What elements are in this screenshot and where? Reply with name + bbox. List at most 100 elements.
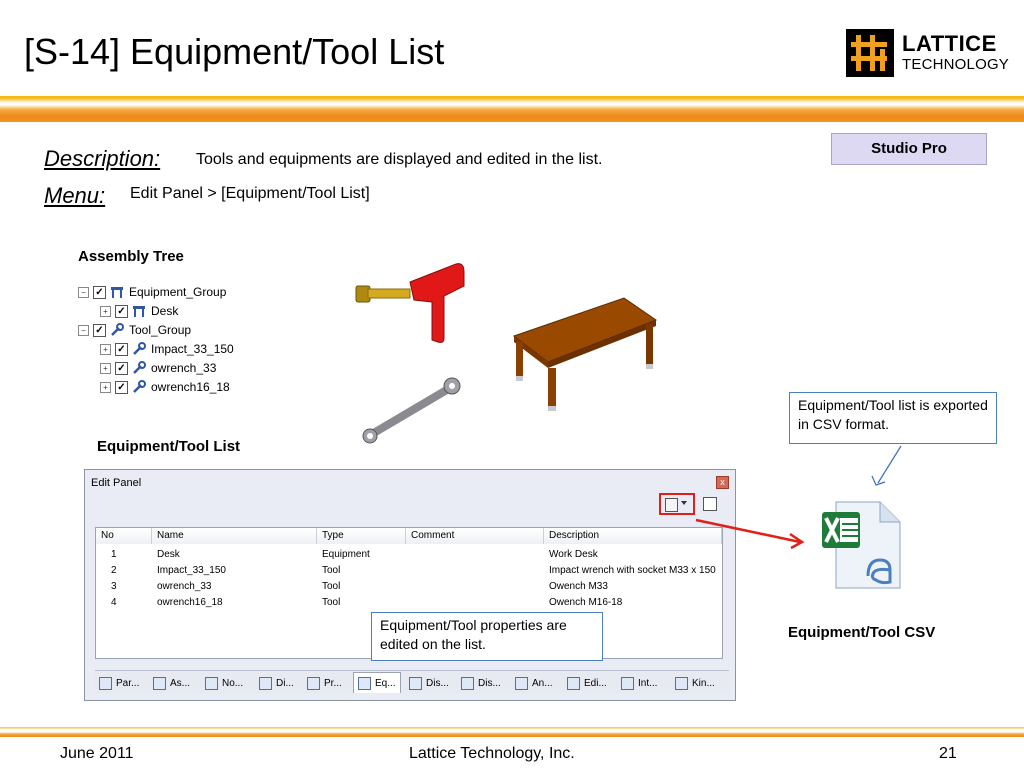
panel-icon — [567, 676, 580, 690]
csv-caption: Equipment/Tool CSV — [788, 624, 936, 641]
panel-icon — [358, 676, 371, 690]
wrench-icon — [133, 380, 146, 393]
tree-node-label: Desk — [151, 304, 179, 318]
impact-wrench-image — [355, 263, 465, 343]
tab-display-2[interactable]: Dis... — [409, 674, 449, 692]
tree-node-label: Impact_33_150 — [151, 342, 234, 356]
logo-word-technology: TECHNOLOGY — [902, 56, 1010, 73]
lattice-logo-mark-icon — [846, 29, 894, 77]
panel-icon — [409, 676, 422, 690]
group-icon — [133, 306, 145, 317]
column-header-name[interactable]: Name — [152, 528, 317, 544]
footer-date: June 2011 — [60, 745, 134, 762]
csv-export-callout: Equipment/Tool list is exported in CSV f… — [789, 392, 997, 444]
table-cell-type[interactable]: Tool — [322, 564, 340, 578]
table-cell-no[interactable]: 1 — [111, 548, 117, 562]
desk-image — [512, 297, 658, 411]
open-wrench-image — [362, 377, 461, 444]
tab-assembly[interactable]: As... — [153, 674, 190, 692]
table-cell-no[interactable]: 2 — [111, 564, 117, 578]
panel-icon — [515, 676, 528, 690]
tree-node-label: Equipment_Group — [129, 285, 227, 299]
checkbox-icon[interactable]: ✓ — [115, 361, 128, 375]
tab-properties[interactable]: Pr... — [307, 674, 342, 692]
tab-equipment[interactable]: Eq... — [353, 672, 401, 693]
expand-icon[interactable]: + — [100, 343, 111, 355]
description-label: Description: — [44, 146, 161, 171]
table-cell-type[interactable]: Equipment — [322, 548, 370, 562]
table-cell-type[interactable]: Tool — [322, 596, 340, 610]
tree-node-label: owrench_33 — [151, 361, 217, 375]
table-cell-description[interactable]: Owench M16-18 — [549, 596, 622, 610]
tree-node[interactable]: − ✓ Tool_Group — [78, 321, 191, 339]
tree-node[interactable]: + ✓ Desk — [100, 302, 178, 320]
tree-node-label: Tool_Group — [129, 323, 192, 337]
table-cell-description[interactable]: Owench M33 — [549, 580, 608, 594]
tab-notes[interactable]: No... — [205, 674, 243, 692]
tab-edit[interactable]: Edi... — [567, 674, 607, 692]
tree-node-label: owrench16_18 — [151, 380, 230, 394]
column-header-comment[interactable]: Comment — [406, 528, 544, 544]
export-arrow-icon — [695, 518, 801, 544]
equipment-list-caption: Equipment/Tool List — [97, 438, 241, 455]
table-cell-description[interactable]: Work Desk — [549, 548, 598, 562]
expand-icon[interactable]: + — [100, 305, 111, 317]
callout-arrow-icon — [877, 445, 902, 484]
table-cell-type[interactable]: Tool — [322, 580, 340, 594]
panel-icon — [153, 676, 166, 690]
slide-title: [S-14] Equipment/Tool List — [24, 31, 445, 72]
table-cell-no[interactable]: 4 — [111, 596, 117, 610]
edit-panel-window: Edit Panel x No Name Type Comment Descri… — [84, 469, 736, 701]
tree-node[interactable]: + ✓ owrench_33 — [100, 359, 216, 377]
description-text: Tools and equipments are displayed and e… — [196, 151, 603, 168]
product-badge: Studio Pro — [831, 133, 987, 165]
csv-file-icon — [822, 501, 901, 589]
table-cell-name[interactable]: Impact_33_150 — [157, 564, 226, 578]
edit-panel-tab-bar: Par... As... No... Di... Pr... Eq... Dis… — [95, 670, 729, 693]
tab-interference[interactable]: Int... — [621, 674, 657, 692]
assembly-tree: − ✓ Equipment_Group + ✓ Desk − ✓ Tool_Gr… — [78, 283, 254, 403]
table-cell-name[interactable]: owrench_33 — [157, 580, 211, 594]
tree-node[interactable]: − ✓ Equipment_Group — [78, 283, 226, 301]
table-cell-no[interactable]: 3 — [111, 580, 117, 594]
panel-icon — [99, 676, 112, 690]
panel-icon — [461, 676, 474, 690]
footer-company: Lattice Technology, Inc. — [409, 745, 575, 762]
dropdown-arrow-icon[interactable] — [681, 501, 687, 505]
tab-display[interactable]: Di... — [259, 674, 294, 692]
collapse-icon[interactable]: − — [78, 324, 89, 336]
panel-icon — [307, 676, 320, 690]
tab-display-3[interactable]: Dis... — [461, 674, 501, 692]
menu-label: Menu: — [44, 183, 106, 208]
checkbox-icon[interactable]: ✓ — [93, 323, 106, 337]
column-header-type[interactable]: Type — [317, 528, 406, 544]
expand-icon[interactable]: + — [100, 381, 111, 393]
checkbox-icon[interactable]: ✓ — [115, 380, 128, 394]
tree-node[interactable]: + ✓ Impact_33_150 — [100, 340, 234, 358]
menu-text: Edit Panel > [Equipment/Tool List] — [130, 185, 370, 202]
lattice-logo: LATTICE TECHNOLOGY — [846, 28, 1009, 80]
checkbox-icon[interactable]: ✓ — [93, 285, 106, 299]
tab-parameters[interactable]: Par... — [99, 674, 139, 692]
export-csv-icon[interactable] — [665, 498, 678, 512]
edit-on-list-callout: Equipment/Tool properties are edited on … — [371, 612, 603, 661]
collapse-icon[interactable]: − — [78, 286, 89, 298]
checkbox-icon[interactable]: ✓ — [115, 304, 128, 318]
wrench-icon — [133, 342, 146, 355]
panel-icon — [621, 676, 634, 690]
wrench-icon — [111, 323, 124, 336]
wrench-icon — [133, 361, 146, 374]
panel-icon — [259, 676, 272, 690]
header-band — [0, 96, 1024, 122]
table-cell-name[interactable]: owrench16_18 — [157, 596, 223, 610]
expand-icon[interactable]: + — [100, 362, 111, 374]
column-header-no[interactable]: No — [96, 528, 152, 544]
tab-animation[interactable]: An... — [515, 674, 553, 692]
tab-kinematics[interactable]: Kin... — [675, 674, 715, 692]
table-cell-name[interactable]: Desk — [157, 548, 180, 562]
panel-icon — [675, 676, 688, 690]
tree-node[interactable]: + ✓ owrench16_18 — [100, 378, 230, 396]
checkbox-icon[interactable]: ✓ — [115, 342, 128, 356]
page-number: 21 — [939, 745, 957, 762]
table-cell-description[interactable]: Impact wrench with socket M33 x 150 — [549, 564, 716, 578]
